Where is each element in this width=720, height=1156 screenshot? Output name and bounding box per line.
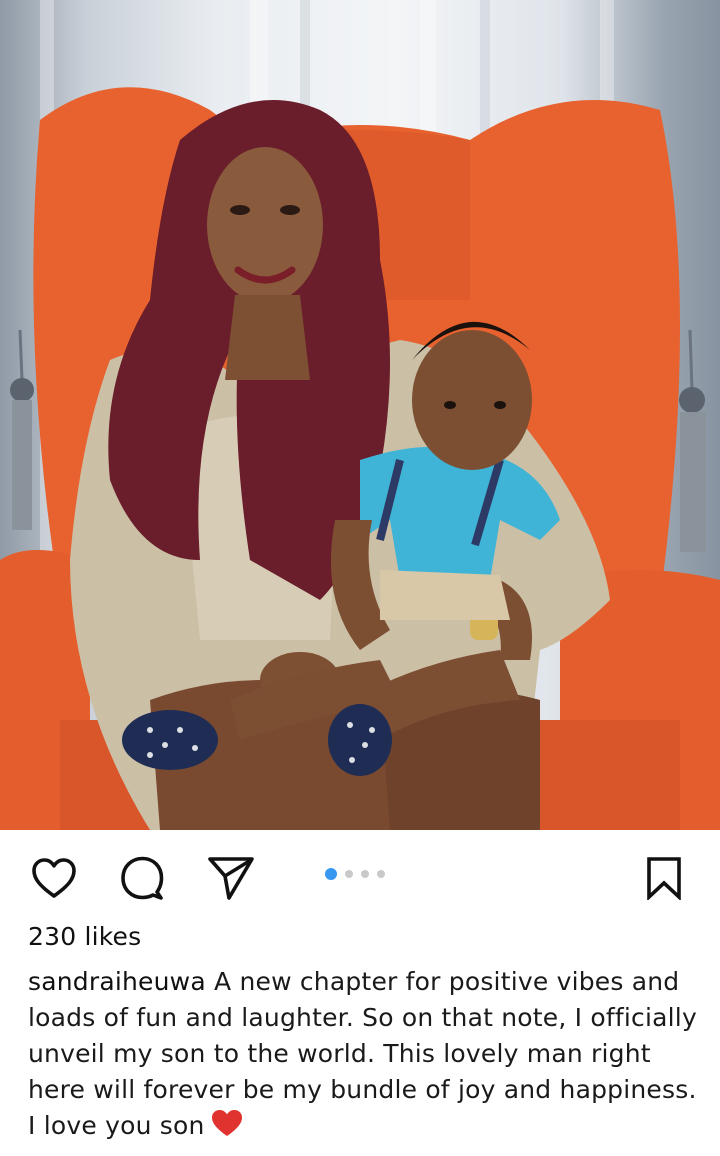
caption-line-4: here will forever be my bundle of joy an…: [28, 1075, 697, 1104]
paper-plane-icon: [208, 857, 254, 900]
comment-bubble-icon: [121, 856, 164, 900]
caption-line-1: sandraiheuwa A new chapter for positive …: [28, 964, 700, 1000]
post-photo[interactable]: [0, 0, 720, 830]
caption-text-5: I love you son: [28, 1111, 205, 1140]
comment-button[interactable]: [118, 854, 166, 902]
carousel-indicator: [325, 868, 385, 880]
likes-count[interactable]: 230 likes: [28, 922, 141, 951]
caption-text-1: A new chapter for positive vibes and: [205, 967, 680, 996]
carousel-dot-active[interactable]: [325, 868, 337, 880]
save-button[interactable]: [640, 854, 688, 902]
caption-line-3: unveil my son to the world. This lovely …: [28, 1039, 651, 1068]
post-caption: sandraiheuwa A new chapter for positive …: [28, 964, 700, 1147]
baby-head: [412, 330, 532, 470]
baby-shoe-right: [328, 704, 392, 776]
red-heart-emoji-icon: [211, 1109, 243, 1147]
baby-shoe-left: [122, 710, 218, 770]
carousel-dot[interactable]: [345, 870, 353, 878]
bookmark-outline-icon: [647, 857, 681, 900]
heart-outline-icon: [32, 858, 76, 898]
instagram-post: 230 likes sandraiheuwa A new chapter for…: [0, 0, 720, 1156]
curtain-tassel-right: [679, 329, 706, 552]
caption-line-5: I love you son: [28, 1108, 700, 1147]
share-button[interactable]: [207, 854, 255, 902]
like-button[interactable]: [30, 854, 78, 902]
photo-illustration: [0, 0, 720, 830]
caption-username[interactable]: sandraiheuwa: [28, 967, 206, 996]
curtain-tassel-left: [10, 329, 34, 530]
carousel-dot[interactable]: [361, 870, 369, 878]
carousel-dot[interactable]: [377, 870, 385, 878]
caption-line-2: loads of fun and laughter. So on that no…: [28, 1003, 697, 1032]
